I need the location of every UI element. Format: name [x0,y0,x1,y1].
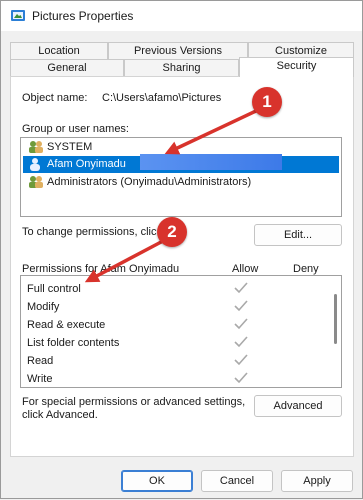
edit-button[interactable]: Edit... [254,224,342,246]
cancel-button[interactable]: Cancel [201,470,273,492]
list-item-label: Afam Onyimadu [47,158,126,170]
allow-check-icon[interactable] [233,299,249,313]
pictures-folder-icon [11,10,25,21]
permission-name: Read [27,355,54,367]
list-item-label: Administrators (Onyimadu\Administrators) [47,176,252,188]
user-group-icon [29,141,43,153]
advanced-button[interactable]: Advanced [254,395,342,417]
allow-check-icon[interactable] [233,371,249,385]
permission-name: Write [27,373,53,385]
tab-general[interactable]: General [10,59,124,77]
permission-name: Full control [27,283,81,295]
permission-row-list-folder-contents: List folder contents [21,334,321,352]
permission-row-write: Write [21,370,321,387]
ok-button[interactable]: OK [121,470,193,492]
deny-column-header: Deny [293,263,319,275]
permission-name: Read & execute [27,319,106,331]
user-group-icon [29,176,43,188]
list-item-administrators[interactable]: Administrators (Onyimadu\Administrators) [21,174,341,191]
permission-row-read-execute: Read & execute [21,316,321,334]
change-permissions-text: To change permissions, clic [22,226,157,238]
object-name-value: C:\Users\afamo\Pictures [102,92,222,104]
object-name-label: Object name: [22,92,88,104]
allow-column-header: Allow [232,263,259,275]
group-names-list[interactable]: SYSTEM Afam Onyimadu Administrators (Ony… [20,137,342,217]
annotation-badge-2: 2 [157,217,187,247]
allow-check-icon[interactable] [233,317,249,331]
permission-row-read: Read [21,352,321,370]
permissions-for-label: Permissions for Afam Onyimadu [22,263,180,275]
redaction-bar [140,154,282,170]
permissions-list[interactable]: Full control Modify Read & execute List … [20,275,342,388]
permission-name: Modify [27,301,60,313]
allow-check-icon[interactable] [233,335,249,349]
user-icon [30,158,40,171]
special-permissions-text-line1: For special permissions or advanced sett… [22,396,246,408]
window-title: Pictures Properties [32,9,134,23]
annotation-badge-1: 1 [252,87,282,117]
apply-button[interactable]: Apply [281,470,353,492]
tab-previous-versions[interactable]: Previous Versions [108,42,248,60]
allow-check-icon[interactable] [233,353,249,367]
group-names-label: Group or user names: [22,123,129,135]
title-bar[interactable]: Pictures Properties [1,1,362,31]
properties-window: Pictures Properties Location Previous Ve… [0,0,363,499]
tab-sharing[interactable]: Sharing [124,59,239,77]
permission-row-full-control: Full control [21,280,321,298]
permission-name: List folder contents [27,337,120,349]
tab-location[interactable]: Location [10,42,108,60]
allow-check-icon[interactable] [233,281,249,295]
tab-security[interactable]: Security [239,57,354,77]
list-item-label: SYSTEM [47,141,93,153]
permission-row-modify: Modify [21,298,321,316]
special-permissions-text-line2: click Advanced. [22,409,98,421]
permissions-scrollbar[interactable] [334,294,337,344]
